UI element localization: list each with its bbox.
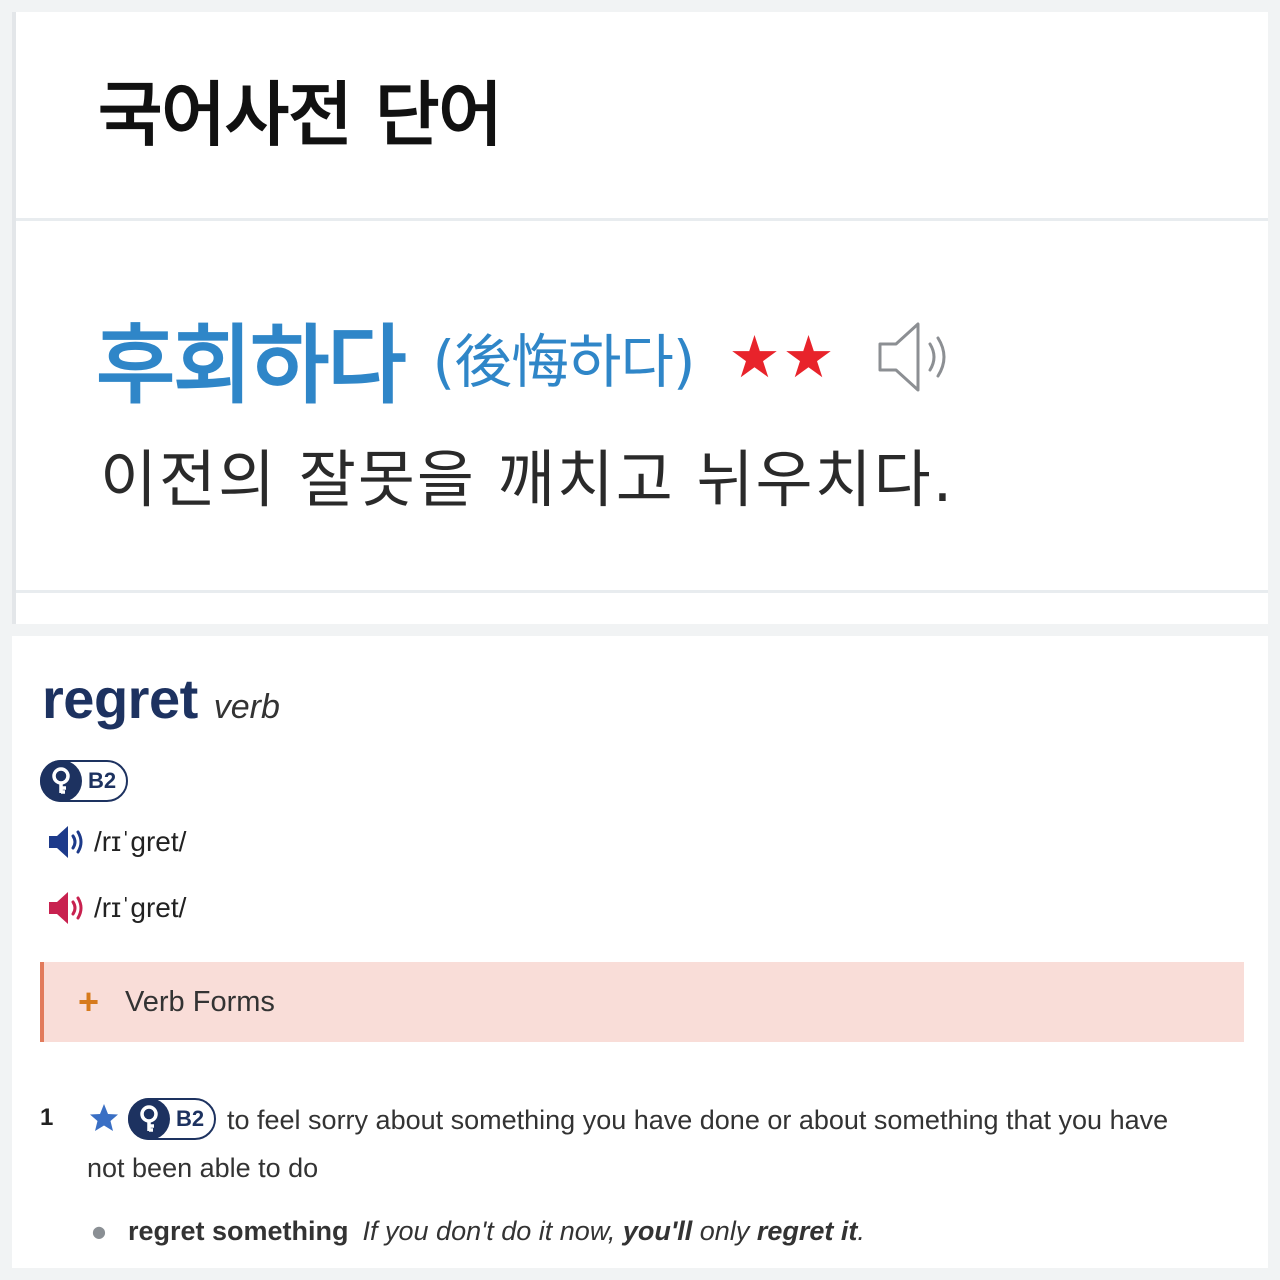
divider xyxy=(16,218,1268,221)
verb-forms-label: Verb Forms xyxy=(125,985,275,1018)
pronunciation-ipa: /rɪˈɡret/ xyxy=(94,892,187,923)
korean-entry-headline: 후회하다 (後悔하다) ★★ xyxy=(96,302,960,416)
level-label: B2 xyxy=(88,768,117,793)
part-of-speech: verb xyxy=(213,688,280,726)
pronunciation-us[interactable]: /rɪˈɡret/ xyxy=(46,888,186,928)
key-icon xyxy=(128,1098,170,1140)
definition-line: not been able to do xyxy=(87,1153,319,1183)
example-sentence: If you don't do it now, you'll only regr… xyxy=(363,1216,865,1247)
speaker-outline-icon[interactable] xyxy=(874,314,960,400)
oxford-level-badge[interactable]: B2 xyxy=(128,1098,217,1140)
importance-stars: ★★ xyxy=(728,323,837,391)
pronunciation-uk[interactable]: /rɪˈɡret/ xyxy=(46,822,186,862)
example-text: If you don't do it now, xyxy=(362,1216,623,1246)
oxford-level-badge[interactable]: B2 xyxy=(40,760,129,802)
korean-dictionary-title: 국어사전 단어 xyxy=(98,74,503,156)
bullet-icon: ● xyxy=(92,1222,106,1241)
star-icon xyxy=(90,1104,118,1131)
korean-dictionary-panel: 국어사전 단어 후회하다 (後悔하다) ★★ 이전의 잘못을 깨치고 뉘우치다. xyxy=(12,12,1268,624)
example-collocation: regret it xyxy=(756,1216,858,1246)
divider xyxy=(16,590,1268,593)
korean-hanja: (後悔하다) xyxy=(432,328,695,396)
korean-definition: 이전의 잘못을 깨치고 뉘우치다. xyxy=(100,443,955,516)
sense-number: 1 xyxy=(40,1104,54,1131)
english-dictionary-panel: regret verb B2 /rɪˈɡret/ /rɪˈɡret/ + Ver… xyxy=(12,636,1268,1268)
example-pattern: regret something xyxy=(127,1216,349,1246)
level-label: B2 xyxy=(176,1106,205,1131)
sense-definition: to feel sorry about something you have d… xyxy=(40,1096,1250,1192)
sense-item: 1 B2 to feel sorry about something you h… xyxy=(40,1098,1250,1192)
english-entry-headline: regret verb xyxy=(42,666,280,731)
example-item: ● regret something If you don't do it no… xyxy=(92,1216,865,1247)
example-text: . xyxy=(857,1216,865,1246)
korean-headword[interactable]: 후회하다 xyxy=(96,295,406,420)
pronunciation-ipa: /rɪˈɡret/ xyxy=(94,826,187,857)
key-icon xyxy=(40,760,82,802)
verb-forms-toggle[interactable]: + Verb Forms xyxy=(40,962,1244,1042)
example-collocation: you'll xyxy=(622,1216,693,1246)
plus-icon: + xyxy=(78,981,100,1022)
english-headword: regret xyxy=(42,667,198,730)
speaker-pink-icon[interactable] xyxy=(46,888,90,928)
definition-line: to feel sorry about something you have d… xyxy=(227,1105,1169,1135)
speaker-blue-icon[interactable] xyxy=(46,822,90,862)
example-text: only xyxy=(692,1216,757,1246)
